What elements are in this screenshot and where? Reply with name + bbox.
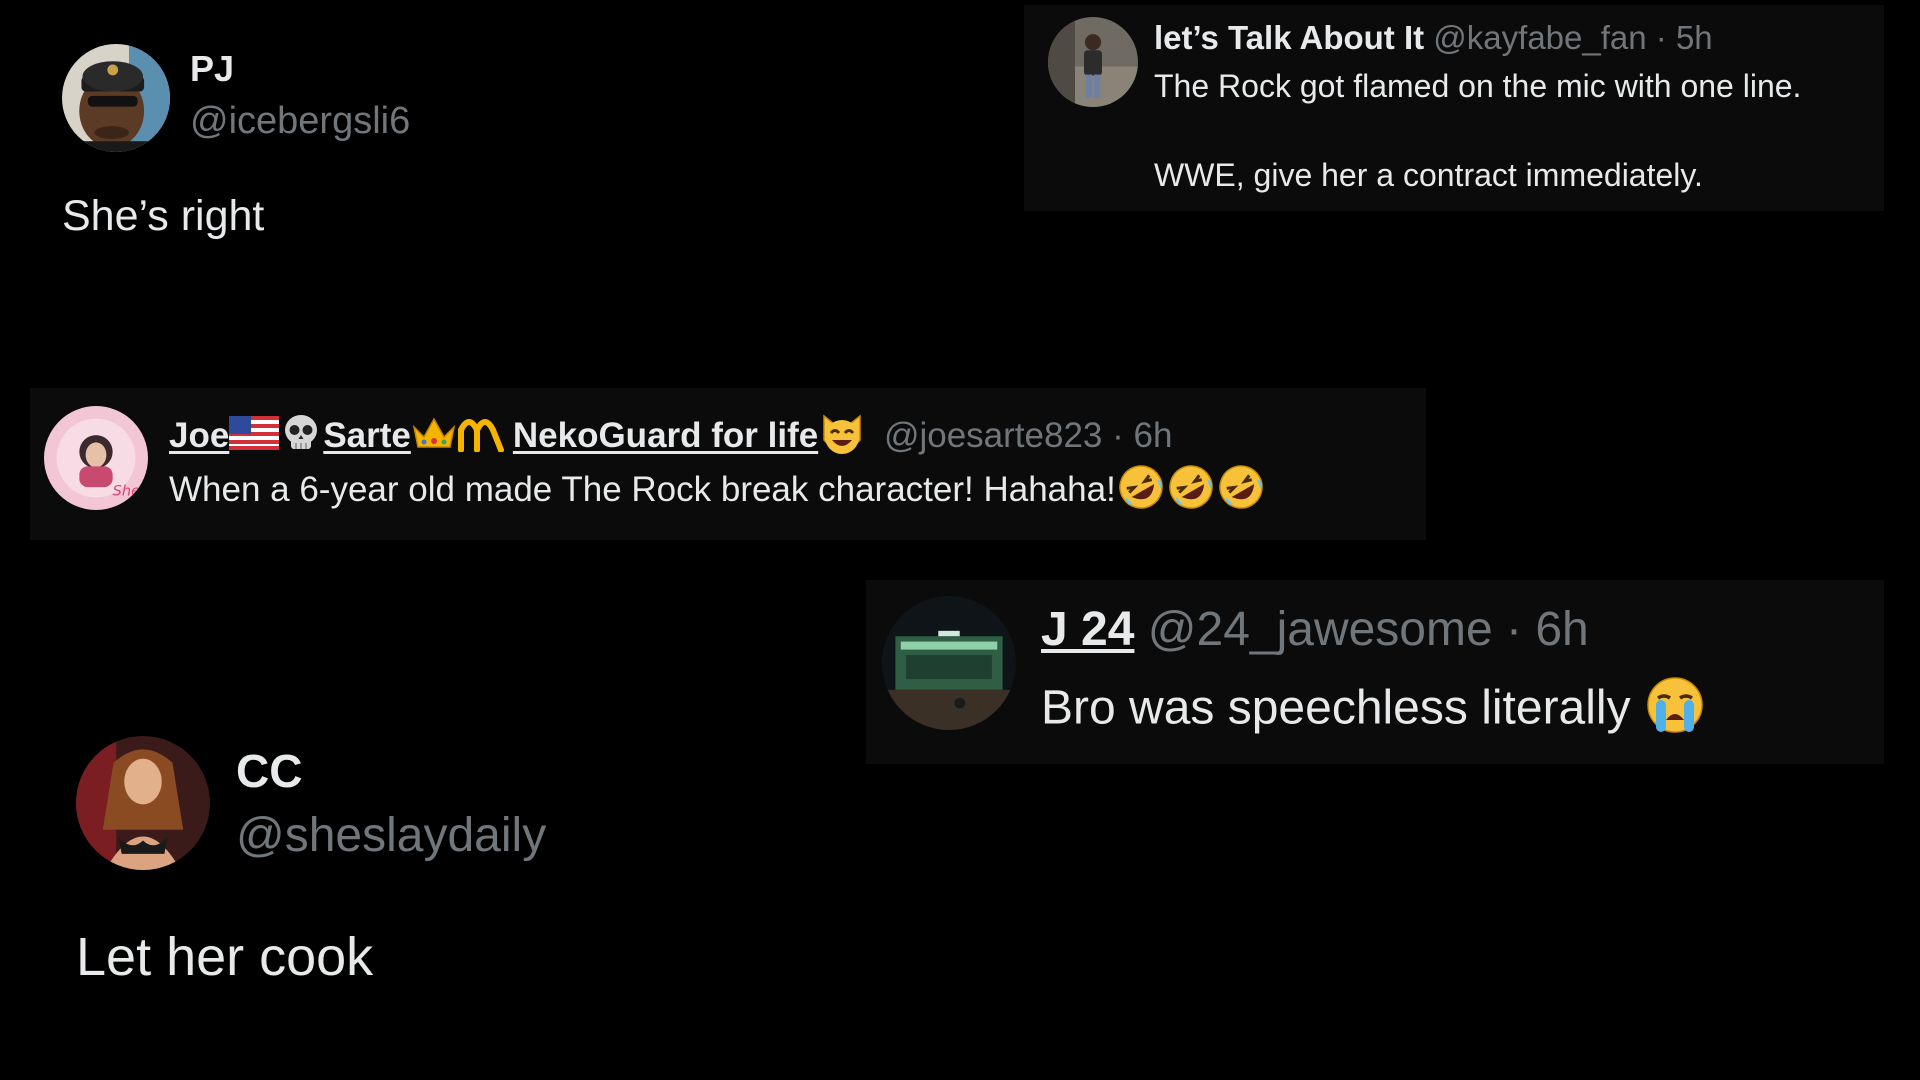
author-name[interactable]: let’s Talk About It: [1154, 19, 1424, 56]
reply-card-kayfabe: let’s Talk About It @kayfabe_fan · 5h Th…: [1024, 5, 1884, 211]
author-name-part-sarte[interactable]: Sarte: [323, 416, 411, 455]
author-name-part-nekoguard[interactable]: NekoGuard for life: [513, 416, 818, 455]
avatar-cc[interactable]: [76, 736, 210, 870]
author-row-j24: J 24 @24_jawesome · 6h: [1041, 602, 1589, 657]
reply-card-cc: CC @sheslaydaily Let her cook: [60, 720, 760, 1020]
avatar-pj[interactable]: [62, 44, 170, 152]
author-handle[interactable]: @sheslaydaily: [236, 809, 546, 862]
reply-text-line-2: WWE, give her a contract immediately.: [1154, 157, 1703, 193]
us-flag-icon: [229, 416, 280, 459]
user-avatar-standing-person-icon: [1048, 17, 1138, 107]
reply-text: Bro was speechless literally: [1041, 681, 1631, 735]
author-name[interactable]: CC: [236, 745, 302, 797]
user-avatar-woman-icon: [76, 736, 210, 870]
author-handle[interactable]: @24_jawesome: [1148, 603, 1493, 656]
reply-text-line-1: The Rock got flamed on the mic with one …: [1154, 68, 1802, 104]
author-row-kayfabe: let’s Talk About It @kayfabe_fan · 5h: [1154, 19, 1713, 57]
author-row-cc: CC: [236, 744, 302, 798]
rolling-laughing-icon: [1216, 462, 1266, 521]
reply-text-row: Bro was speechless literally: [1041, 674, 1706, 748]
author-handle[interactable]: @kayfabe_fan: [1433, 19, 1646, 56]
author-name[interactable]: PJ: [190, 48, 234, 89]
author-row-pj: PJ: [190, 48, 234, 90]
user-avatar-arena-night-icon: [882, 596, 1016, 730]
rolling-laughing-icon: [1116, 462, 1166, 521]
reply-text: She’s right: [62, 192, 265, 240]
post-timestamp[interactable]: · 5h: [1656, 19, 1713, 56]
author-name[interactable]: J 24: [1041, 603, 1134, 656]
user-avatar-cap-sunglasses-icon: [62, 44, 170, 152]
reply-card-joe: Sheki Joe Sarte: [30, 388, 1426, 540]
reply-text-row: When a 6-year old made The Rock break ch…: [169, 462, 1266, 521]
skull-icon: [279, 411, 323, 464]
author-handle[interactable]: @icebergsli6: [190, 100, 410, 142]
avatar-joe[interactable]: Sheki: [44, 406, 148, 510]
post-timestamp[interactable]: · 6h: [1112, 416, 1172, 455]
loudly-crying-face-icon: [1644, 674, 1706, 748]
reply-text: When a 6-year old made The Rock break ch…: [169, 469, 1116, 509]
author-handle-row: @icebergsli6: [190, 100, 410, 143]
author-handle-row: @sheslaydaily: [236, 808, 546, 863]
author-row-joe: Joe Sarte NekoGuard for life @joesarte82…: [169, 410, 1172, 465]
post-timestamp[interactable]: · 6h: [1506, 603, 1589, 656]
reply-card-j24: J 24 @24_jawesome · 6h Bro was speechles…: [866, 580, 1884, 764]
svg-text:Sheki: Sheki: [113, 482, 148, 499]
author-handle[interactable]: @joesarte823: [884, 416, 1102, 455]
rolling-laughing-icon: [1166, 462, 1216, 521]
user-avatar-pink-frame-icon: Sheki: [44, 406, 148, 510]
reply-text: Let her cook: [76, 927, 374, 987]
cat-face-icon: [818, 410, 866, 465]
avatar-j24[interactable]: [882, 596, 1016, 730]
author-name-part-joe[interactable]: Joe: [169, 416, 229, 455]
reply-card-pj: PJ @icebergsli6 She’s right: [50, 30, 650, 260]
crown-icon: [411, 413, 457, 462]
avatar-kayfabe[interactable]: [1048, 17, 1138, 107]
arch-icon: [457, 414, 505, 461]
